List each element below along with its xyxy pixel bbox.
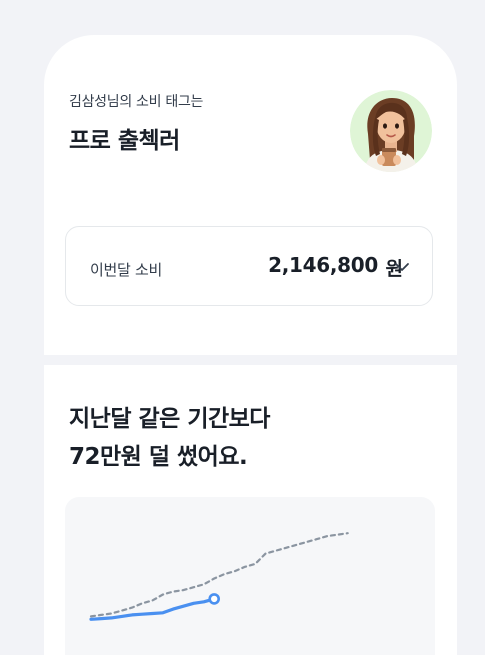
spending-tag-title: 프로 출첵러 — [69, 128, 180, 154]
avatar — [350, 90, 432, 172]
current-month-line — [89, 597, 216, 621]
chevron-down-icon[interactable] — [394, 261, 410, 273]
comparison-title: 지난달 같은 기간보다 72만원 덜 썼어요. — [69, 400, 270, 476]
current-point-marker — [208, 593, 220, 605]
comparison-section: 지난달 같은 기간보다 72만원 덜 썼어요. — [44, 365, 457, 655]
monthly-spending-label: 이번달 소비 — [90, 261, 162, 279]
profile-section: 김삼성님의 소비 태그는 프로 출첵러 이번달 소비 2,146,800 원 — [44, 35, 457, 355]
woman-holding-cup-avatar-icon — [350, 90, 432, 172]
app-screen: 김삼성님의 소비 태그는 프로 출첵러 이번달 소비 2,146,800 원 지… — [44, 35, 457, 655]
monthly-spending-amount: 2,146,800 — [268, 253, 378, 277]
spending-comparison-chart — [65, 497, 435, 655]
section-divider — [44, 355, 457, 365]
tag-subtitle: 김삼성님의 소비 태그는 — [69, 94, 204, 110]
comparison-title-line-2: 72만원 덜 썼어요. — [69, 444, 248, 470]
monthly-spending-card[interactable]: 이번달 소비 2,146,800 원 — [65, 226, 433, 306]
chart-canvas — [89, 532, 349, 621]
comparison-title-line-1: 지난달 같은 기간보다 — [69, 406, 270, 432]
previous-month-line — [89, 532, 349, 618]
